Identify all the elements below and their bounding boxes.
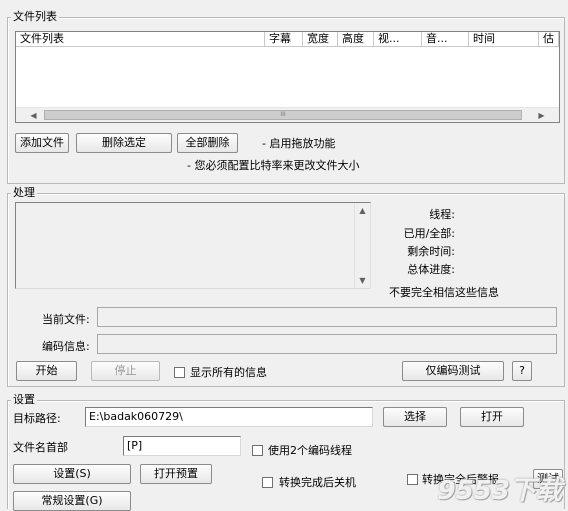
scroll-left-icon[interactable]: ◀ [26,108,41,123]
settings-button[interactable]: 设置(S) [13,464,131,484]
current-file-field [97,307,557,327]
show-all-info-label: 显示所有的信息 [190,366,267,379]
shutdown-after-label: 转换完成后关机 [279,476,356,489]
file-list-view[interactable]: 文件列表 字幕 宽度 高度 视... 音... 时间 估 ◀ III ▶ [15,31,560,123]
process-group-title: 处理 [11,186,37,199]
column-header-file[interactable]: 文件列表 [16,32,265,47]
help-button[interactable]: ? [512,361,532,381]
file-list-header: 文件列表 字幕 宽度 高度 视... 音... 时间 估 [16,32,559,47]
settings-group-title: 设置 [11,393,37,406]
scroll-up-icon[interactable]: ▲ [355,203,370,218]
encode-test-button[interactable]: 仅编码测试 [402,361,504,381]
scroll-right-icon[interactable]: ▶ [534,108,549,123]
site-watermark: 9553下载 [437,476,562,506]
encode-info-label: 编码信息: [42,340,90,353]
bitrate-note: - 您必须配置比特率来更改文件大小 [187,159,360,172]
open-folder-button[interactable]: 打开 [460,407,524,427]
scroll-down-icon[interactable]: ▼ [355,273,370,288]
file-list-group-title: 文件列表 [11,10,59,23]
target-path-input[interactable]: E:\badak060729\ [85,407,373,427]
scrollbar-grip-icon: III [280,111,286,118]
column-header-video[interactable]: 视... [374,32,422,47]
scrollbar-thumb[interactable]: III [44,110,522,120]
column-header-height[interactable]: 高度 [338,32,374,47]
column-header-subtitle[interactable]: 字幕 [265,32,303,47]
two-threads-checkbox[interactable] [252,445,263,456]
drag-drop-note: - 启用拖放功能 [262,137,336,150]
alarm-after-checkbox[interactable] [407,474,418,485]
overall-progress-label: 总体进度: [407,263,455,276]
encode-info-field [97,334,557,354]
column-header-estimate[interactable]: 估 [539,32,559,47]
column-header-audio[interactable]: 音... [422,32,469,47]
remove-selected-button[interactable]: 删除选定 [76,133,172,153]
file-list-hscrollbar[interactable]: ◀ III ▶ [16,107,559,122]
column-header-width[interactable]: 宽度 [303,32,338,47]
open-preset-button[interactable]: 打开预置 [140,464,212,484]
used-total-label: 已用/全部: [403,227,455,240]
general-settings-button[interactable]: 常规设置(G) [13,491,131,511]
target-path-label: 目标路径: [13,412,61,425]
add-file-button[interactable]: 添加文件 [15,133,69,153]
thread-label: 线程: [429,208,455,221]
column-header-time[interactable]: 时间 [469,32,539,47]
browse-button[interactable]: 选择 [383,407,447,427]
remaining-time-label: 剩余时间: [407,245,455,258]
stop-button[interactable]: 停止 [91,361,160,381]
disclaimer-text: 不要完全相信这些信息 [389,286,499,299]
shutdown-after-checkbox[interactable] [262,477,273,488]
process-log[interactable]: ▲ ▼ [15,202,371,289]
filename-prefix-label: 文件名首部 [13,441,68,454]
two-threads-label: 使用2个编码线程 [268,444,352,457]
start-button[interactable]: 开始 [16,361,77,381]
show-all-info-checkbox[interactable] [174,367,185,378]
process-log-vscrollbar[interactable]: ▲ ▼ [354,203,370,288]
filename-prefix-input[interactable]: [P] [123,436,241,456]
current-file-label: 当前文件: [42,313,90,326]
remove-all-button[interactable]: 全部删除 [177,133,238,153]
